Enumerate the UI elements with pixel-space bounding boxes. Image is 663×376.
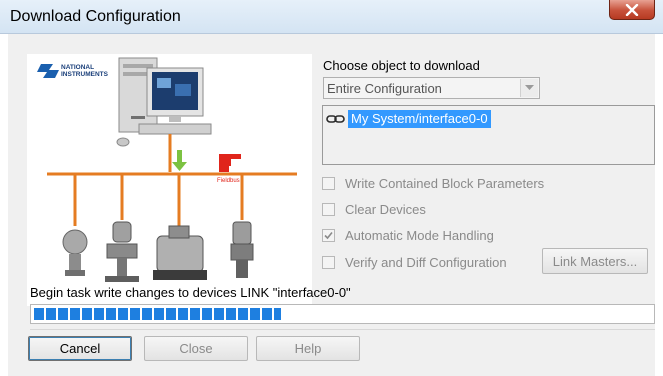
network-illustration: NATIONAL INSTRUMENTS Fieldbus	[27, 54, 312, 306]
option-verify-and-diff-configuration[interactable]: Verify and Diff Configuration	[322, 253, 507, 271]
link-icon	[326, 115, 345, 123]
checkbox[interactable]	[322, 202, 335, 216]
fieldbus-network	[47, 134, 297, 226]
device-icon	[230, 221, 254, 278]
cancel-button[interactable]: Cancel	[28, 336, 132, 361]
checkbox-label: Verify and Diff Configuration	[345, 254, 507, 270]
option-write-contained-block-parameters[interactable]: Write Contained Block Parameters	[322, 174, 544, 192]
option-automatic-mode-handling[interactable]: Automatic Mode Handling	[322, 226, 494, 244]
svg-text:INSTRUMENTS: INSTRUMENTS	[61, 71, 109, 78]
checkbox[interactable]	[322, 255, 335, 269]
device-icon	[153, 225, 207, 280]
close-button[interactable]: Close	[144, 336, 248, 361]
device-icon	[105, 221, 139, 282]
progress-bar	[30, 304, 655, 324]
link-masters-button[interactable]: Link Masters...	[542, 248, 648, 274]
window-title: Download Configuration	[10, 8, 181, 25]
device-icon	[62, 229, 88, 276]
choose-object-label: Choose object to download	[323, 58, 480, 73]
object-select-value: Entire Configuration	[327, 81, 442, 96]
dialog-body: NATIONAL INSTRUMENTS Fieldbus Choose obj…	[8, 34, 655, 376]
download-arrow-icon	[172, 150, 187, 171]
list-item[interactable]: My System/interface0-0	[326, 110, 491, 128]
close-icon	[625, 3, 639, 16]
checkbox-label: Clear Devices	[345, 201, 426, 217]
checkbox-label: Automatic Mode Handling	[345, 227, 494, 243]
title-bar: Download Configuration	[0, 0, 663, 34]
progress-bar-fill	[34, 308, 281, 320]
svg-text:Fieldbus: Fieldbus	[217, 178, 240, 184]
checkbox-label: Write Contained Block Parameters	[345, 175, 545, 191]
checkbox[interactable]	[322, 176, 335, 190]
close-window-button[interactable]	[609, 0, 655, 20]
divider	[30, 329, 655, 330]
checkbox[interactable]	[322, 228, 335, 242]
option-clear-devices[interactable]: Clear Devices	[322, 200, 426, 218]
computer-icon	[116, 57, 212, 147]
checkmark-icon	[324, 231, 333, 239]
chevron-down-icon[interactable]	[520, 79, 538, 97]
svg-text:NATIONAL: NATIONAL	[61, 64, 94, 71]
help-button[interactable]: Help	[256, 336, 360, 361]
list-item-label: My System/interface0-0	[348, 110, 491, 128]
object-list[interactable]: My System/interface0-0	[322, 105, 655, 165]
status-message: Begin task write changes to devices LINK…	[30, 285, 351, 300]
object-select[interactable]: Entire Configuration	[323, 77, 540, 99]
ni-logo: NATIONAL INSTRUMENTS	[37, 64, 109, 78]
fieldbus-logo: Fieldbus	[217, 154, 241, 184]
